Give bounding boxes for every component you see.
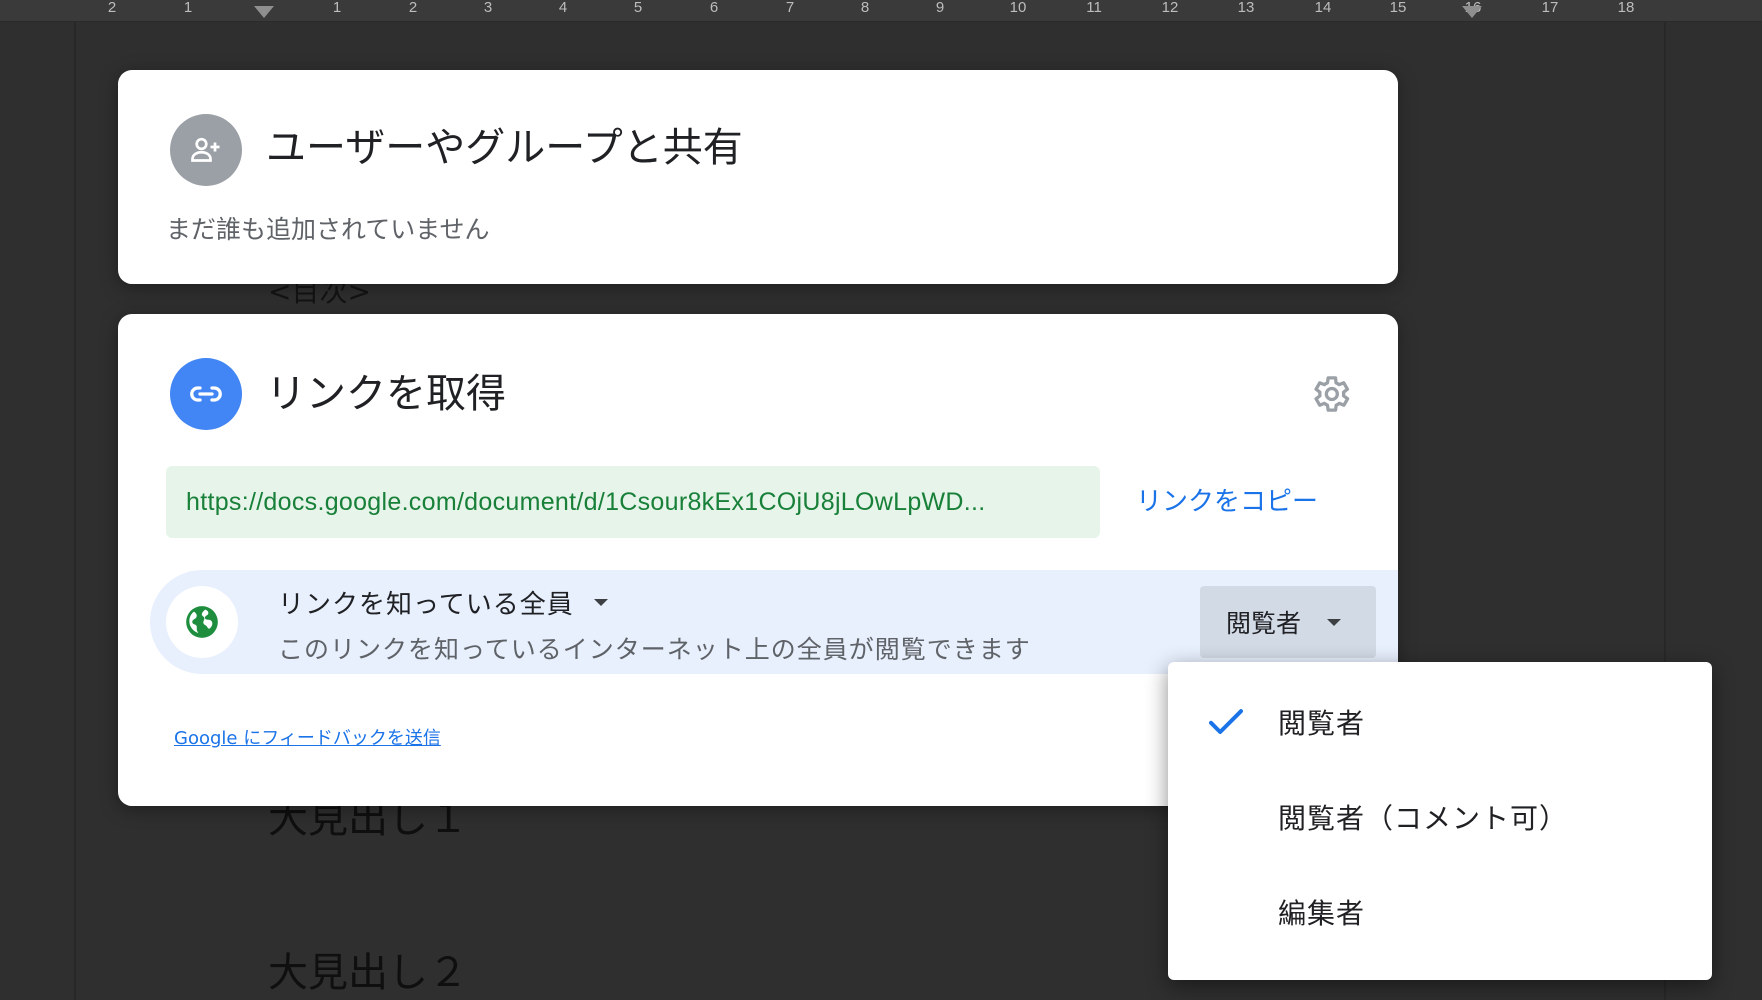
ruler-number: 14: [1314, 0, 1332, 16]
left-indent-marker[interactable]: [254, 6, 274, 18]
ruler-number: 2: [408, 0, 418, 16]
gear-icon: [1314, 376, 1350, 412]
ruler-number: 4: [558, 0, 568, 16]
link-icon: [170, 358, 242, 430]
chevron-down-icon: [593, 599, 608, 606]
send-feedback-link[interactable]: Google にフィードバックを送信: [174, 724, 441, 750]
right-indent-marker[interactable]: [1462, 6, 1482, 18]
share-url-text[interactable]: https://docs.google.com/document/d/1Csou…: [186, 488, 1080, 517]
role-dropdown-menu: 閲覧者 閲覧者（コメント可） 編集者: [1168, 662, 1712, 980]
ruler-number: 6: [709, 0, 719, 16]
get-link-title: リンクを取得: [266, 371, 506, 417]
menu-item-label: 編集者: [1278, 896, 1366, 930]
access-description: このリンクを知っているインターネット上の全員が閲覧できます: [278, 635, 1031, 664]
person-add-icon: [170, 114, 242, 186]
menu-item-label: 閲覧者（コメント可）: [1278, 801, 1569, 835]
ruler-number: 10: [1009, 0, 1027, 16]
role-dropdown-button[interactable]: 閲覧者: [1200, 586, 1376, 658]
horizontal-ruler[interactable]: 2 1 1 2 3 4 5 6 7 8 9 10 11 12 13 14 15 …: [0, 0, 1762, 22]
document-heading-2: 大見出し２: [268, 950, 468, 996]
ruler-number: 12: [1161, 0, 1179, 16]
ruler-number: 18: [1617, 0, 1635, 16]
ruler-number: 11: [1086, 0, 1102, 16]
ruler-number: 13: [1237, 0, 1255, 16]
ruler-number: 7: [785, 0, 795, 16]
general-access-row: リンクを知っている全員 このリンクを知っているインターネット上の全員が閲覧できま…: [150, 570, 1398, 674]
ruler-number: 2: [107, 0, 117, 16]
ruler-number: 9: [935, 0, 945, 16]
access-scope-label: リンクを知っている全員: [278, 590, 574, 620]
ruler-number: 8: [860, 0, 870, 16]
globe-icon: [166, 586, 238, 658]
no-users-message: まだ誰も追加されていません: [166, 215, 490, 244]
check-icon: [1209, 709, 1243, 734]
share-url-field[interactable]: https://docs.google.com/document/d/1Csou…: [166, 466, 1100, 538]
ruler-number: 3: [483, 0, 493, 16]
menu-item-editor[interactable]: 編集者: [1168, 864, 1712, 959]
share-with-people-dialog: ユーザーやグループと共有 まだ誰も追加されていません: [118, 70, 1398, 284]
role-button-label: 閲覧者: [1226, 609, 1302, 638]
menu-item-viewer[interactable]: 閲覧者: [1168, 674, 1712, 769]
chevron-down-icon: [1327, 618, 1342, 626]
ruler-number: 1: [183, 0, 193, 16]
menu-item-commenter[interactable]: 閲覧者（コメント可）: [1168, 769, 1712, 864]
ruler-number: 17: [1541, 0, 1559, 16]
ruler-number: 1: [332, 0, 342, 16]
ruler-number: 15: [1389, 0, 1407, 16]
link-settings-button[interactable]: [1300, 364, 1360, 424]
page-left-edge: [74, 22, 76, 1000]
link-access-scope-dropdown[interactable]: リンクを知っている全員: [278, 584, 608, 621]
ruler-number: 5: [633, 0, 643, 16]
share-dialog-title: ユーザーやグループと共有: [266, 125, 743, 171]
menu-item-label: 閲覧者: [1278, 706, 1366, 740]
copy-link-button[interactable]: リンクをコピー: [1130, 480, 1324, 524]
